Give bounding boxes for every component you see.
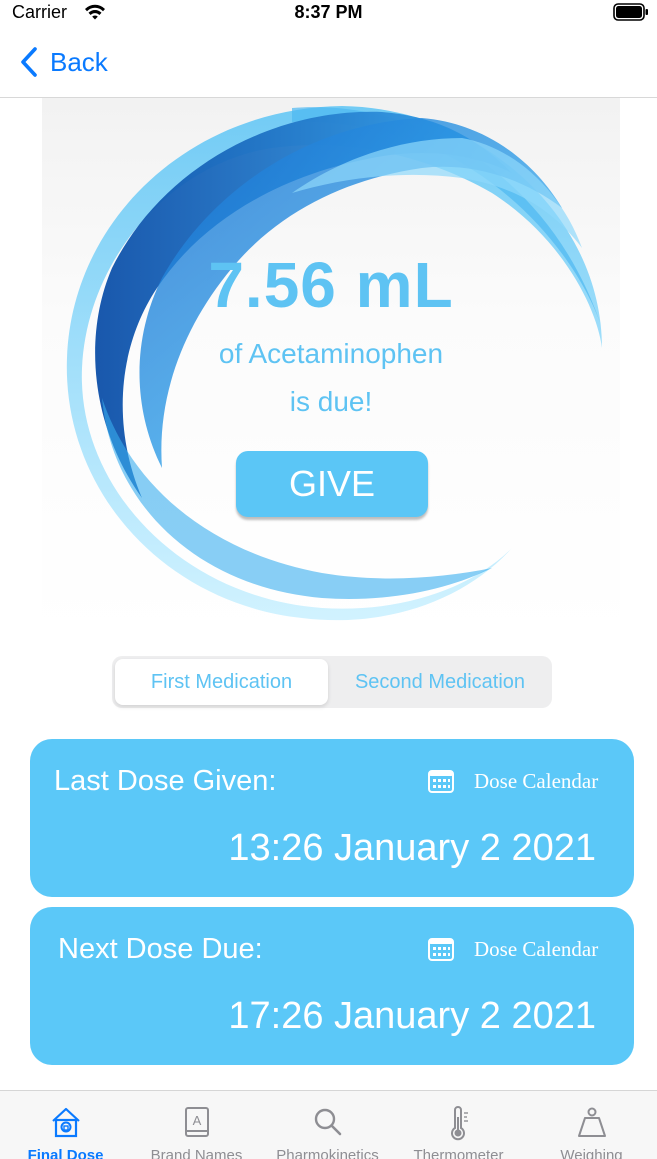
svg-text:A: A [192, 1113, 201, 1128]
last-dose-label: Last Dose Given: [54, 765, 277, 797]
battery-icon [613, 3, 648, 21]
tab-brand-names[interactable]: A Brand Names [131, 1091, 262, 1159]
calendar-icon [428, 770, 454, 793]
scale-icon [577, 1107, 606, 1137]
tab-label: Weighing [560, 1147, 623, 1159]
home-icon [51, 1107, 80, 1138]
calendar-icon [428, 938, 454, 961]
back-label: Back [50, 46, 108, 77]
next-dose-label: Next Dose Due: [58, 933, 263, 965]
back-button[interactable]: Back [18, 42, 108, 82]
give-button[interactable]: GIVE [236, 451, 428, 517]
tab-label: Thermometer [413, 1147, 504, 1159]
last-dose-time: 13:26 January 2 2021 [228, 827, 596, 869]
tab-weighing[interactable]: Weighing [526, 1091, 657, 1159]
calendar-label: Dose Calendar [474, 768, 599, 793]
status-bar: Carrier 8:37 PM [0, 0, 657, 28]
tab-label: Pharmokinetics [276, 1147, 379, 1159]
tab-thermometer[interactable]: Thermometer [393, 1091, 524, 1159]
next-dose-time: 17:26 January 2 2021 [228, 995, 596, 1037]
tab-label: Final Dose [27, 1147, 104, 1159]
tab-pharmokinetics[interactable]: Pharmokinetics [262, 1091, 393, 1159]
dose-hero: 7.56 mL of Acetaminophen is due! GIVE [42, 98, 620, 638]
tab-bar: Final Dose A Brand Names Pharmokinetics … [0, 1090, 657, 1159]
thermometer-icon [450, 1106, 468, 1141]
last-dose-calendar-button[interactable]: Dose Calendar [428, 766, 598, 796]
segment-second-medication[interactable]: Second Medication [330, 659, 550, 705]
book-icon: A [184, 1107, 209, 1137]
calendar-label: Dose Calendar [474, 936, 599, 961]
segment-first-medication[interactable]: First Medication [115, 659, 328, 705]
tab-label: Brand Names [150, 1147, 243, 1159]
status-time: 8:37 PM [294, 2, 363, 22]
next-dose-calendar-button[interactable]: Dose Calendar [428, 934, 598, 964]
navigation-bar: Back [0, 28, 657, 98]
chevron-left-icon [21, 47, 37, 77]
dose-amount: 7.56 mL [208, 249, 454, 321]
medication-segmented-control: First Medication Second Medication [112, 656, 552, 708]
tab-final-dose[interactable]: Final Dose [0, 1091, 131, 1159]
dose-due-line: is due! [289, 386, 373, 417]
dose-drug-line: of Acetaminophen [218, 338, 444, 369]
last-dose-card: Last Dose Given: Dose Calendar 13:26 Jan… [30, 739, 634, 897]
search-icon [314, 1108, 341, 1136]
next-dose-card: Next Dose Due: Dose Calendar 17:26 Janua… [30, 907, 634, 1065]
